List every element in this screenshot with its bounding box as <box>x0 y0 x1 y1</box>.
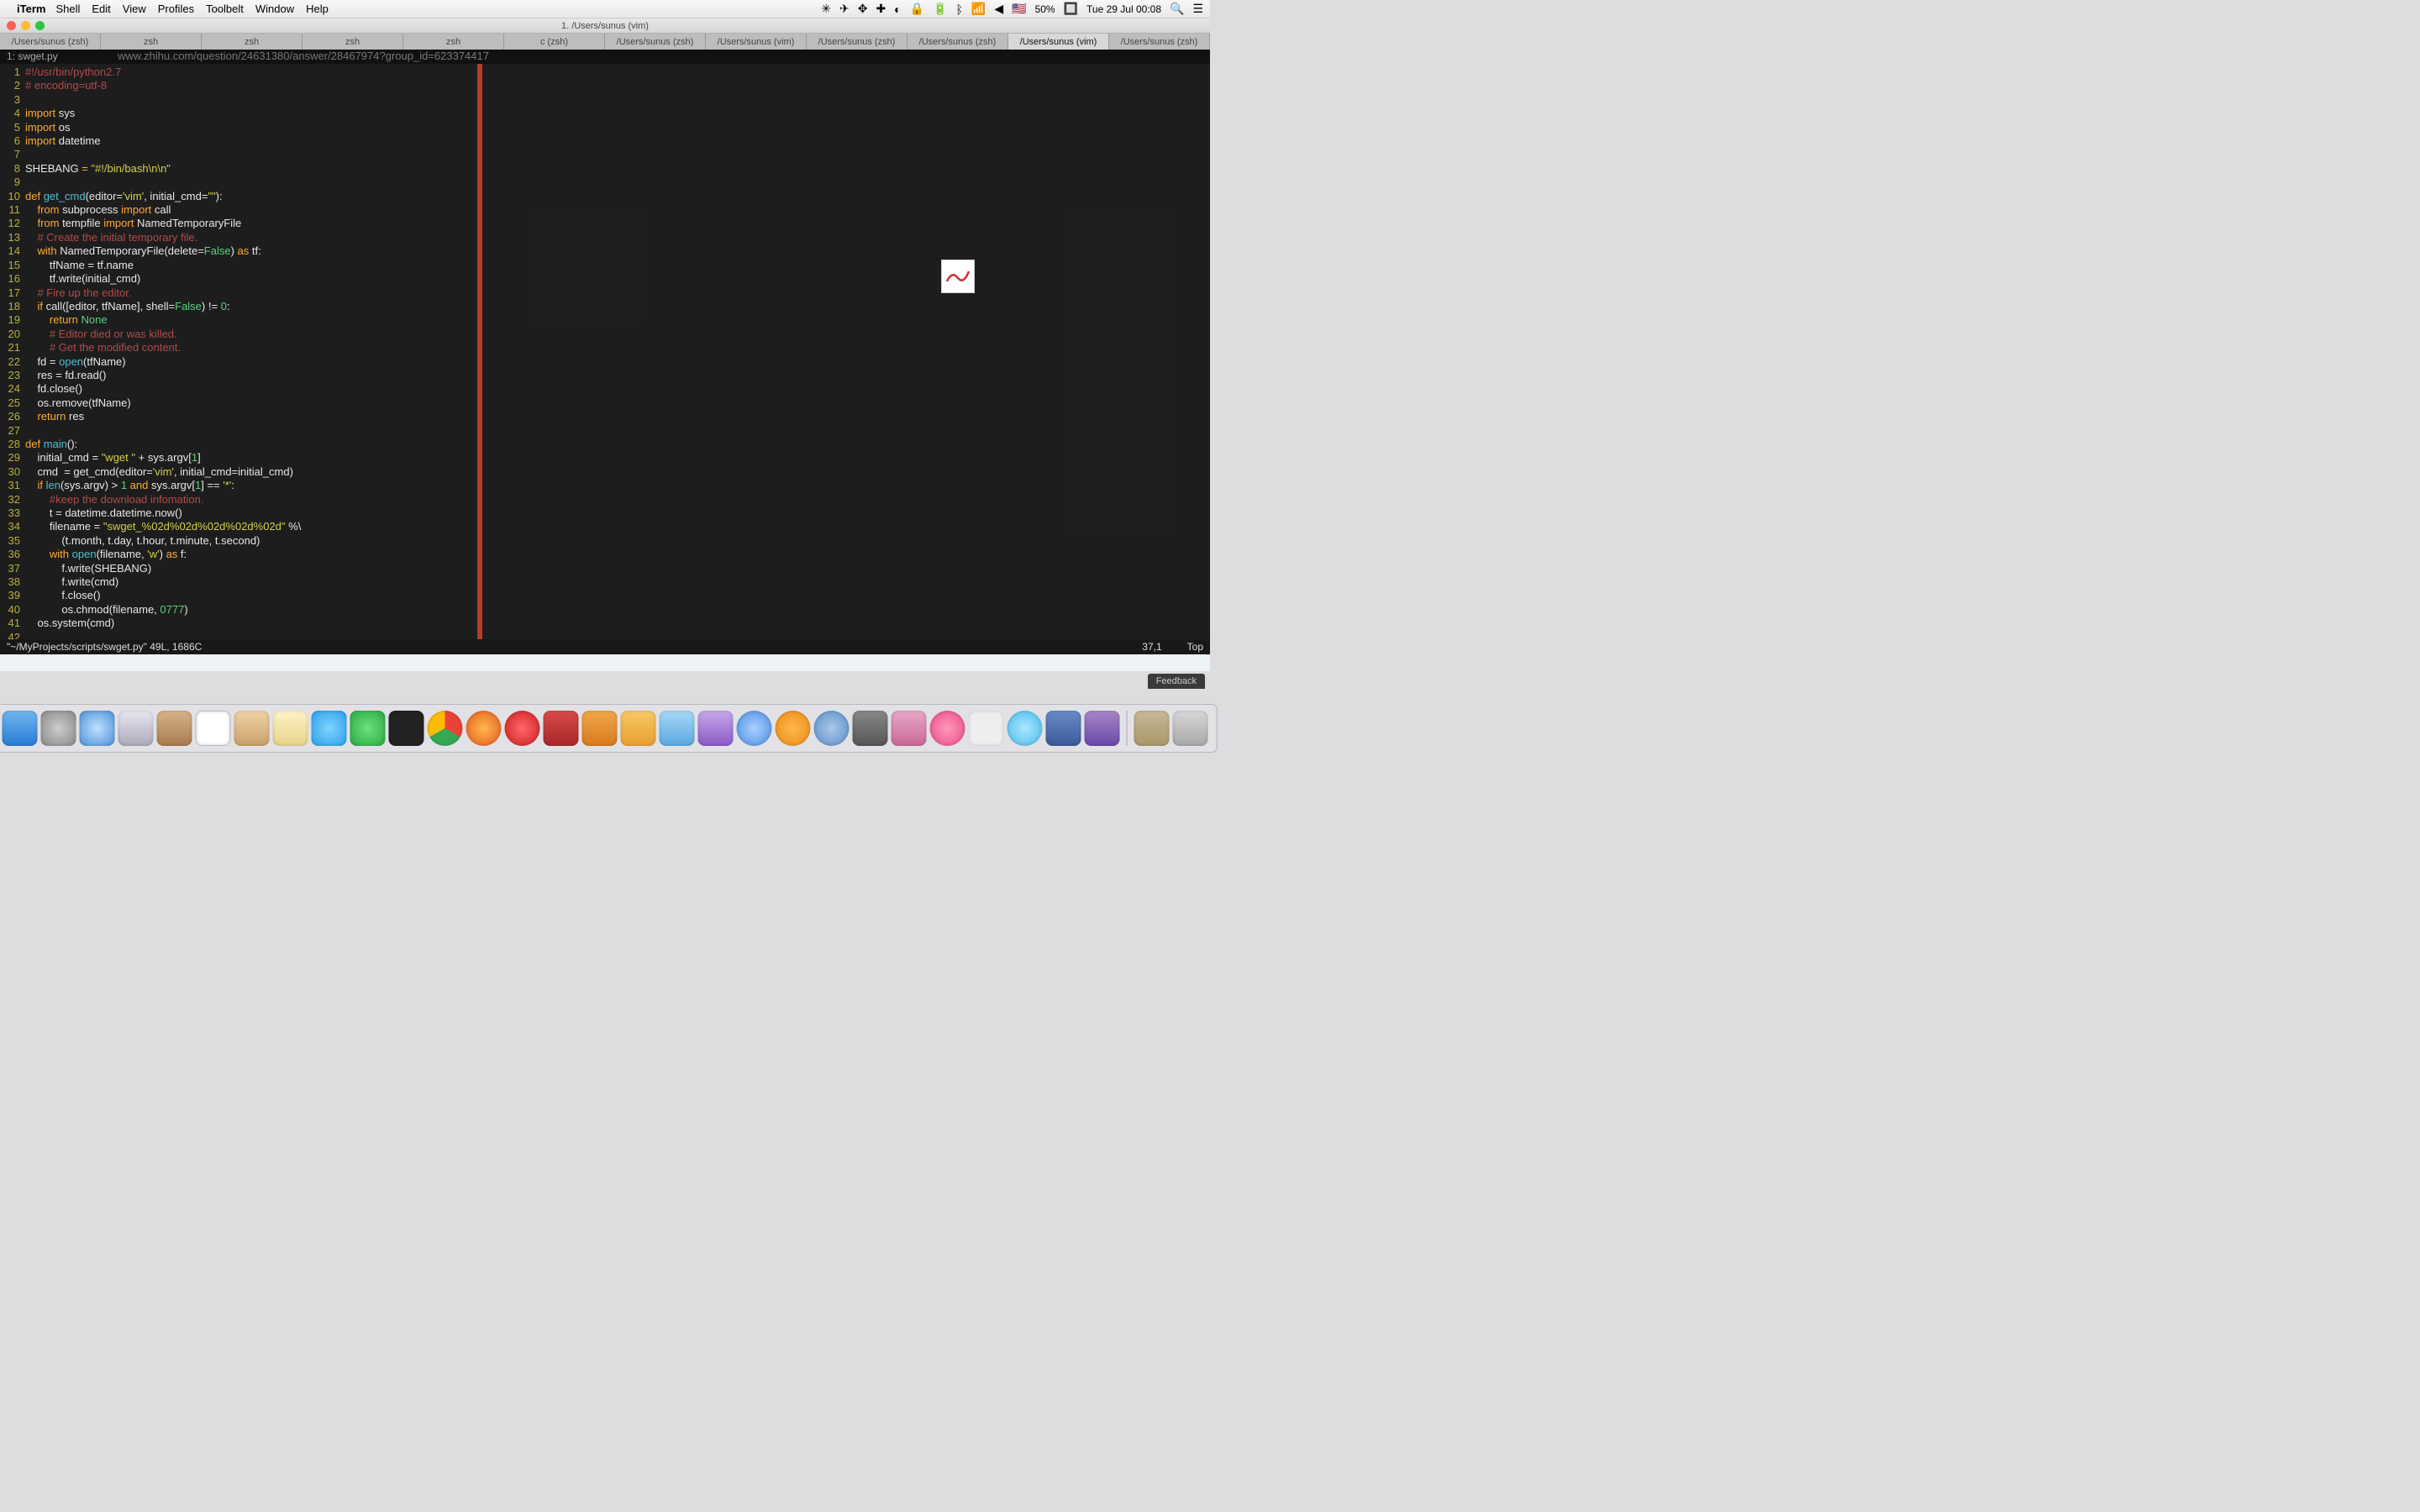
terminal-tab[interactable]: /Users/sunus (zsh) <box>807 34 908 50</box>
terminal-tab-bar: /Users/sunus (zsh)zshzshzshzshc (zsh)/Us… <box>0 34 1210 50</box>
menu-profiles[interactable]: Profiles <box>158 3 194 15</box>
lock-icon[interactable]: 🔒 <box>910 2 924 16</box>
dock-icon-app[interactable] <box>1046 711 1081 746</box>
dock-divider <box>1127 711 1128 746</box>
status-icon[interactable]: ✈ <box>839 2 850 16</box>
menu-window[interactable]: Window <box>255 3 294 15</box>
dock-icon-safari[interactable] <box>80 711 115 746</box>
dock-icon-app[interactable] <box>969 711 1004 746</box>
spotlight-icon[interactable]: 🔍 <box>1170 2 1184 16</box>
battery-percent[interactable]: 50% <box>1035 3 1055 15</box>
macos-menubar: iTerm Shell Edit View Profiles Toolbelt … <box>0 0 1210 18</box>
feedback-tab[interactable]: Feedback <box>1148 674 1205 689</box>
status-icon[interactable]: ◐ <box>894 3 901 16</box>
window-title: 1. /Users/sunus (vim) <box>561 21 649 31</box>
dock-icon-firefox[interactable] <box>466 711 502 746</box>
flag-icon[interactable]: 🇺🇸 <box>1012 2 1026 16</box>
dock-icon-app[interactable] <box>544 711 579 746</box>
dock-icon-app[interactable] <box>930 711 965 746</box>
dock-icon-app[interactable] <box>582 711 618 746</box>
vim-scroll-position: Top <box>1187 640 1203 654</box>
status-icon[interactable]: ✚ <box>876 2 886 16</box>
status-icon[interactable]: ✥ <box>858 2 868 16</box>
menu-help[interactable]: Help <box>306 3 329 15</box>
dock-icon-app[interactable] <box>621 711 656 746</box>
macos-dock <box>0 704 1218 753</box>
dock-icon-ibooks[interactable] <box>776 711 811 746</box>
dock-icon-mail[interactable] <box>118 711 154 746</box>
vim-status-file: "~/MyProjects/scripts/swget.py" 49L, 168… <box>7 640 202 654</box>
dock-icon-app[interactable] <box>1007 711 1043 746</box>
dock-icon-trash[interactable] <box>1173 711 1208 746</box>
vim-cursor-position: 37,1 <box>1142 640 1161 654</box>
dock-icon-calendar[interactable] <box>196 711 231 746</box>
menubar-clock[interactable]: Tue 29 Jul 00:08 <box>1086 3 1161 15</box>
volume-icon[interactable]: ◀ <box>994 2 1003 16</box>
dock-icon-appstore[interactable] <box>814 711 850 746</box>
terminal-tab[interactable]: zsh <box>101 34 202 50</box>
avatar[interactable] <box>941 260 975 293</box>
dock-icon-preferences[interactable] <box>853 711 888 746</box>
terminal-tab[interactable]: zsh <box>403 34 504 50</box>
dock-icon-opera[interactable] <box>505 711 540 746</box>
dock-icon-messages[interactable] <box>312 711 347 746</box>
dock-icon-notes[interactable] <box>273 711 308 746</box>
battery-icon[interactable]: 🔋 <box>933 2 947 16</box>
dock-icon-contacts[interactable] <box>157 711 192 746</box>
wifi-icon[interactable]: 📶 <box>971 2 986 16</box>
terminal-tab[interactable]: /Users/sunus (vim) <box>706 34 807 50</box>
vim-editor-overlay[interactable]: 1: swget.py www.zhihu.com/question/24631… <box>0 50 1210 654</box>
terminal-tab[interactable]: zsh <box>302 34 403 50</box>
dock-icon-app[interactable] <box>892 711 927 746</box>
window-titlebar: 1. /Users/sunus (vim) <box>0 18 1210 34</box>
dock-icon-launchpad[interactable] <box>41 711 76 746</box>
browser-url: www.zhihu.com/question/24631380/answer/2… <box>118 50 489 64</box>
dock-icon-app[interactable] <box>698 711 734 746</box>
dock-icon-app[interactable] <box>1085 711 1120 746</box>
terminal-tab[interactable]: zsh <box>202 34 302 50</box>
notification-center-icon[interactable]: ☰ <box>1192 2 1203 16</box>
dock-icon-finder[interactable] <box>3 711 38 746</box>
minimize-window-button[interactable] <box>21 21 30 30</box>
menu-edit[interactable]: Edit <box>92 3 110 15</box>
zoom-window-button[interactable] <box>35 21 45 30</box>
terminal-tab[interactable]: /Users/sunus (zsh) <box>605 34 706 50</box>
dock-icon-reminders[interactable] <box>234 711 270 746</box>
dock-icon-app[interactable] <box>660 711 695 746</box>
close-window-button[interactable] <box>7 21 16 30</box>
dock-icon-terminal[interactable] <box>389 711 424 746</box>
dock-icon-chrome[interactable] <box>428 711 463 746</box>
menubar-app-name[interactable]: iTerm <box>17 3 45 15</box>
terminal-tab[interactable]: /Users/sunus (zsh) <box>908 34 1008 50</box>
status-icon[interactable]: ✳ <box>821 2 831 16</box>
terminal-tab[interactable]: c (zsh) <box>504 34 605 50</box>
vim-status-bar: "~/MyProjects/scripts/swget.py" 49L, 168… <box>0 639 1210 654</box>
dock-icon-itunes[interactable] <box>737 711 772 746</box>
menu-shell[interactable]: Shell <box>55 3 80 15</box>
bluetooth-icon[interactable]: ᛒ <box>956 3 963 16</box>
terminal-tab[interactable]: /Users/sunus (zsh) <box>0 34 101 50</box>
terminal-tab[interactable]: /Users/sunus (vim) <box>1008 34 1109 50</box>
menu-toolbelt[interactable]: Toolbelt <box>206 3 244 15</box>
dock-icon-facetime[interactable] <box>350 711 386 746</box>
vim-column-marker <box>477 64 482 652</box>
dock-icon-downloads[interactable] <box>1134 711 1170 746</box>
menu-view[interactable]: View <box>123 3 146 15</box>
terminal-tab[interactable]: /Users/sunus (zsh) <box>1109 34 1210 50</box>
